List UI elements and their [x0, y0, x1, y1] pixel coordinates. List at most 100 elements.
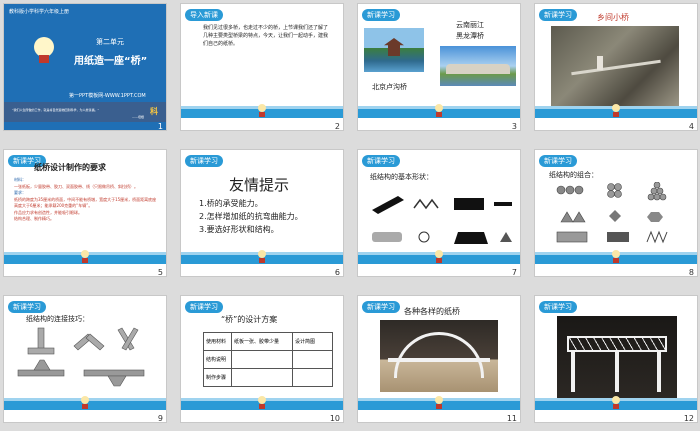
table-cell [292, 350, 333, 369]
section-badge: 导入新课 [185, 9, 223, 21]
circle-row-group [556, 185, 584, 195]
section-badge: 新课学习 [362, 155, 400, 167]
gusset-joint-left [17, 359, 65, 377]
circle-pyramid-group [647, 182, 667, 201]
slide-title: 各种各样的纸桥 [404, 307, 460, 316]
basic-shapes-diagram [372, 196, 512, 244]
brick-row-group [556, 231, 588, 243]
combination-shapes-diagram [556, 182, 668, 244]
truss-group [646, 230, 668, 244]
school-label: 教科版小学科学六年级上册 [9, 9, 70, 15]
slide-number: 9 [157, 414, 163, 423]
slide-number: 3 [511, 122, 517, 131]
slide-title: 纸结构的基本形状： [370, 173, 433, 181]
section-badge: 新课学习 [185, 155, 223, 167]
bulb-icon [79, 250, 91, 264]
section-badge: 新课学习 [8, 301, 46, 313]
site-label: 第一PPT模板网-WWW.1PPT.COM [69, 93, 146, 99]
table-cell: 制作步骤 [203, 368, 232, 387]
slide-thumbnail-6[interactable]: 新课学习 友情提示 1.桥的承受能力。 2.怎样增加纸的抗弯曲能力。 3.要选好… [180, 149, 344, 277]
section-badge: 新课学习 [539, 155, 577, 167]
slide-thumbnail-4[interactable]: 新课学习 乡间小桥 4 [534, 3, 698, 131]
table-cell: 使用材料 [203, 332, 232, 351]
slide-thumbnail-11[interactable]: 新课学习 各种各样的纸桥 11 [357, 295, 521, 423]
bulb-icon [34, 37, 54, 65]
section-badge: 新课学习 [185, 301, 223, 313]
slide-title: 用纸造一座“桥” [74, 56, 148, 67]
intro-text: 我们见过很多桥，也走过不少的桥，上节课我们还了解了几种主要类型桥梁的特点，今天，… [203, 25, 329, 47]
table-row: 结构说明 [203, 350, 333, 369]
slide-thumbnail-5[interactable]: 新课学习 纸桥设计制作的要求 材料： 一张纸板，少量胶带、胶刀、双面胶带、线（只… [3, 149, 167, 277]
section-badge: 新课学习 [362, 301, 400, 313]
slide-title: 友情提示 [229, 176, 290, 194]
bulb-icon [610, 104, 622, 118]
slide-thumbnail-2[interactable]: 导入新课 我们见过很多桥，也走过不少的桥，上节课我们还了解了几种主要类型桥梁的特… [180, 3, 344, 131]
requirement-line: 纸桥的跨度为35厘米的桥面，中间不能有桥墩，宽度大于15厘米，桥面距离底座高度大… [14, 196, 157, 209]
table-row: 制作步骤 [203, 368, 333, 387]
slide-number: 5 [157, 268, 163, 277]
paper-arch-bridge-photo [380, 320, 498, 392]
quote-text: “我们人生所做的工作，就是将自然造物回到科学，为人类谋福。” [12, 108, 100, 112]
stone-bridge-photo [440, 46, 516, 86]
slide-number: 6 [334, 268, 340, 277]
slide-thumbnail-10[interactable]: 新课学习 “桥”的设计方案 使用材料 纸板一张、胶带少量 设计简图 结构说明 制… [180, 295, 344, 423]
caption-yunnan: 云南丽江 [456, 21, 484, 29]
circle-shape [418, 231, 430, 243]
design-plan-table: 使用材料 纸板一张、胶带少量 设计简图 结构说明 制作步骤 [203, 332, 333, 387]
flat-board-shape [372, 196, 404, 214]
slide-number: 12 [683, 414, 694, 423]
slide-title: “桥”的设计方案 [221, 315, 278, 324]
slide-thumbnail-7[interactable]: 新课学习 纸结构的基本形状： 7 [357, 149, 521, 277]
quote-bar [4, 102, 166, 122]
slide-title: 纸结构的连接技巧： [26, 315, 89, 323]
slide-thumbnail-12[interactable]: 新课学习 12 [534, 295, 698, 423]
table-cell: 结构说明 [203, 350, 232, 369]
slide-number: 1 [157, 122, 163, 131]
caption-heilongtan: 黑龙潭桥 [456, 32, 484, 40]
joint-techniques-diagram [17, 327, 145, 387]
zigzag-shape [413, 198, 439, 210]
slide-number: 4 [688, 122, 694, 131]
prism-shape [454, 232, 488, 244]
slide-number: 7 [511, 268, 517, 277]
slide-sorter-grid: 教科版小学科学六年级上册 第二单元 用纸造一座“桥” 第一PPT模板网-WWW.… [0, 0, 700, 431]
bulb-icon [433, 250, 445, 264]
slide-thumbnail-1[interactable]: 教科版小学科学六年级上册 第二单元 用纸造一座“桥” 第一PPT模板网-WWW.… [3, 3, 167, 131]
slide-title: 纸桥设计制作的要求 [34, 163, 106, 172]
slide-thumbnail-3[interactable]: 新课学习 云南丽江 黑龙潭桥 北京卢沟桥 3 [357, 3, 521, 131]
bulb-icon [610, 396, 622, 410]
stick-shape [494, 202, 512, 206]
tip-2: 2.怎样增加纸的抗弯曲能力。 [199, 212, 303, 221]
diamond-shape [609, 210, 621, 222]
slide-thumbnail-8[interactable]: 新课学习 纸结构的组合： 8 [534, 149, 698, 277]
section-badge: 新课学习 [539, 9, 577, 21]
bulb-icon [256, 396, 268, 410]
requirement-line: 一张纸板，少量胶带、胶刀、双面胶带、线（只限做吊桥、斜拉桥）。 [14, 183, 138, 189]
pagoda-photo [364, 28, 424, 72]
cross-joint [117, 327, 139, 351]
slide-number: 8 [688, 268, 694, 277]
paper-truss-bridge-photo [557, 316, 677, 400]
bulb-icon [256, 104, 268, 118]
section-badge: 新课学习 [362, 9, 400, 21]
table-cell [231, 368, 293, 387]
quote-sign: ——培根 [132, 115, 145, 119]
village-bridge-photo [551, 26, 679, 106]
bulb-icon [433, 396, 445, 410]
section-badge: 新课学习 [539, 301, 577, 313]
bulb-icon [610, 250, 622, 264]
slide-thumbnail-9[interactable]: 新课学习 纸结构的连接技巧： 9 [3, 295, 167, 423]
table-cell: 纸板一张、胶带少量 [231, 332, 293, 351]
table-row: 使用材料 纸板一张、胶带少量 设计简图 [203, 332, 333, 351]
slide-number: 11 [506, 414, 517, 423]
tip-3: 3.要选好形状和结构。 [199, 225, 279, 234]
tube-shape [372, 232, 402, 242]
science-logo: 科 [150, 107, 158, 116]
box-shape [454, 198, 484, 210]
table-cell [292, 368, 333, 387]
triangle-pair-group [560, 211, 586, 223]
bulb-icon [433, 104, 445, 118]
caption-lugou: 北京卢沟桥 [372, 83, 407, 91]
tip-1: 1.桥的承受能力。 [199, 199, 263, 208]
hexagon-shape [647, 212, 663, 222]
